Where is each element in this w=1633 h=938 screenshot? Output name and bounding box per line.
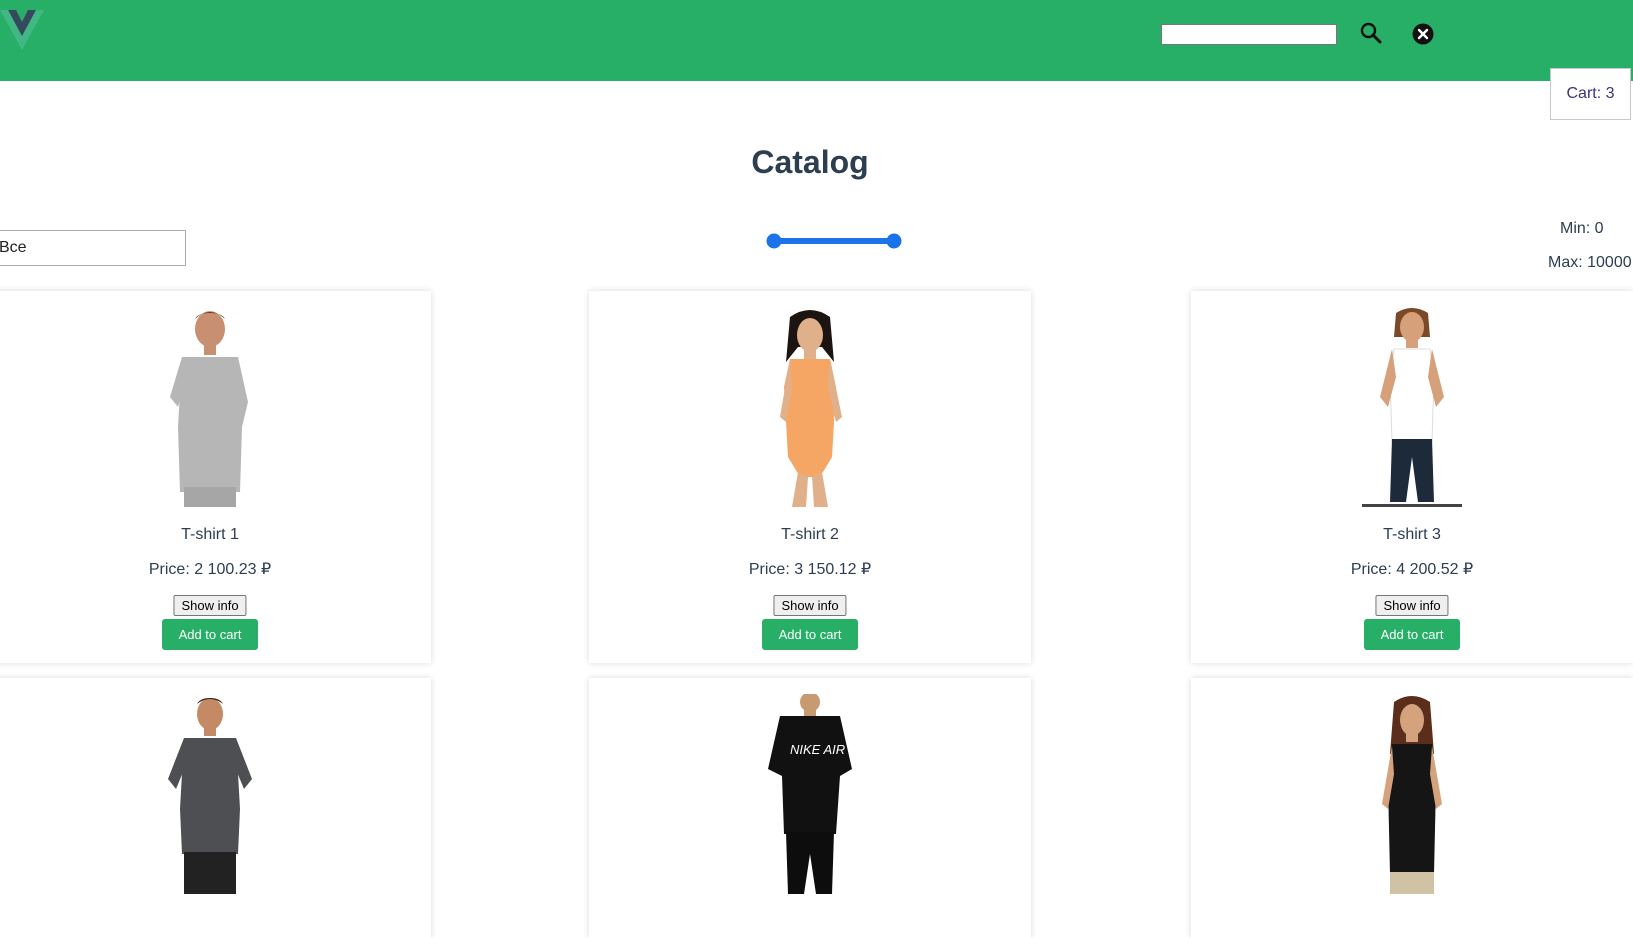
cart-label: Cart: 3 [1566,85,1615,102]
max-price-label: Max: 10000 [1548,254,1632,271]
search-input[interactable] [1161,24,1337,45]
add-to-cart-button[interactable]: Add to cart [762,619,858,650]
product-price: Price: 3 150.12 ₽ [748,561,872,578]
search-icon [1360,22,1382,44]
show-info-button[interactable]: Show info [773,595,847,616]
product-card [0,678,431,938]
page-title: Catalog [751,144,869,180]
svg-text:NIKE AIR: NIKE AIR [790,742,845,757]
close-circle-icon [1412,23,1434,45]
min-price-label: Min: 0 [1560,220,1604,237]
clear-search-button[interactable] [1410,21,1436,47]
slider-max-handle[interactable] [886,233,902,249]
show-info-button[interactable]: Show info [173,595,247,616]
product-image [160,307,260,507]
show-info-button[interactable]: Show info [1375,595,1449,616]
add-to-cart-button[interactable]: Add to cart [162,619,258,650]
product-image [760,307,860,507]
product-image: NIKE AIR [760,694,860,894]
product-image [160,694,260,894]
product-image [1362,694,1462,894]
product-card: T-shirt 2 Price: 3 150.12 ₽ Show info Ad… [589,291,1031,663]
top-header [0,0,1633,81]
product-card: T-shirt 3 Price: 4 200.52 ₽ Show info Ad… [1191,291,1633,663]
product-card: NIKE AIR [589,678,1031,938]
search-button[interactable] [1358,20,1384,46]
product-card: T-shirt 1 Price: 2 100.23 ₽ Show info Ad… [0,291,431,663]
product-card [1191,678,1633,938]
product-price: Price: 4 200.52 ₽ [1350,561,1474,578]
category-value: Все [0,239,27,256]
price-range-slider[interactable] [766,230,902,252]
add-to-cart-button[interactable]: Add to cart [1364,619,1460,650]
slider-min-handle[interactable] [766,233,782,249]
cart-button[interactable]: Cart: 3 [1550,68,1631,120]
product-name: T-shirt 3 [1383,526,1441,543]
product-name: T-shirt 2 [781,526,839,543]
product-price: Price: 2 100.23 ₽ [148,561,272,578]
category-select[interactable]: Все [0,230,186,266]
vue-logo-icon[interactable] [0,10,44,54]
product-name: T-shirt 1 [181,526,239,543]
product-image [1362,307,1462,507]
